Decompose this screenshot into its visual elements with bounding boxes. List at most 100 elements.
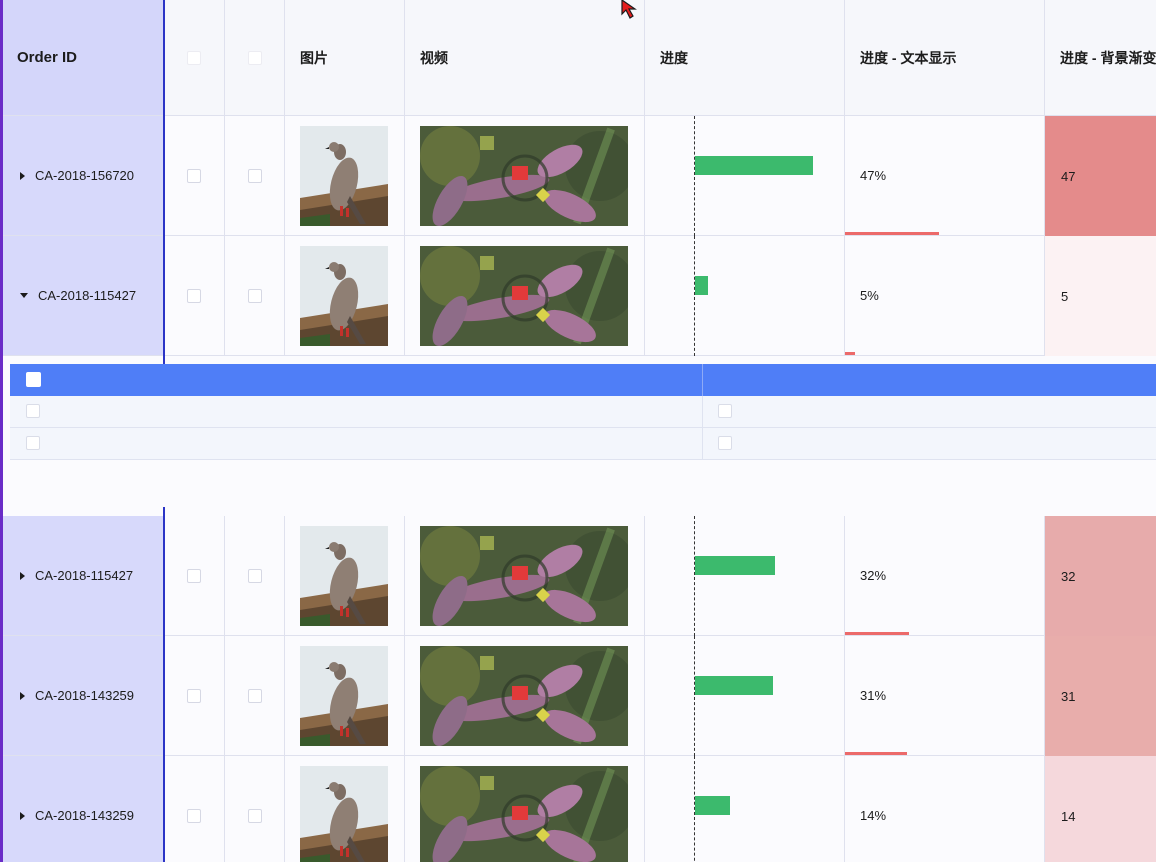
row-check-checkbox[interactable] <box>247 808 262 823</box>
row-progress-text-cell: 47% <box>845 116 1045 236</box>
progress-baseline <box>694 636 695 756</box>
row-select-checkbox[interactable] <box>187 288 201 303</box>
table-row-order-id[interactable]: CA-2018-143259 <box>0 636 164 756</box>
row-progress-gradient-cell: 47 <box>1045 116 1156 236</box>
table-row-order-id[interactable]: CA-2018-156720 <box>0 116 164 236</box>
row-progress-gradient-cell: 31 <box>1045 636 1156 756</box>
progress-text: 31% <box>860 688 887 703</box>
row-progress-cell <box>645 636 845 756</box>
row-progress-cell <box>645 516 845 636</box>
subtable-row-checkbox[interactable] <box>718 404 732 418</box>
pigeon-image[interactable] <box>300 526 388 626</box>
table-row-order-id[interactable]: CA-2018-115427 <box>0 236 164 356</box>
row-progress-cell <box>645 756 845 862</box>
video-thumbnail[interactable] <box>420 526 628 626</box>
row-checkbox-cell-2[interactable] <box>225 636 285 756</box>
row-checkbox-cell-1[interactable] <box>164 516 225 636</box>
subtable-row-checkbox[interactable] <box>718 436 732 450</box>
subtable-row <box>10 396 1156 428</box>
row-check-checkbox[interactable] <box>247 568 262 583</box>
video-thumbnail[interactable] <box>420 766 628 862</box>
order-id-text: CA-2018-115427 <box>35 568 134 583</box>
header-checkbox-2[interactable] <box>225 0 285 116</box>
progress-bar <box>695 676 773 695</box>
pigeon-image[interactable] <box>300 766 388 862</box>
row-checkbox-cell-1[interactable] <box>164 236 225 356</box>
progress-text: 32% <box>860 568 887 583</box>
row-check-checkbox[interactable] <box>247 288 262 303</box>
progress-text: 14% <box>860 808 887 823</box>
header-order-id-label: Order ID <box>17 49 78 66</box>
header-progress-gradient[interactable]: 进度 - 背景渐变 <box>1045 0 1156 116</box>
caret-down-icon[interactable] <box>20 293 28 298</box>
frozen-column-divider[interactable] <box>163 507 165 862</box>
row-checkbox-cell-1[interactable] <box>164 756 225 862</box>
header-order-id[interactable]: Order ID <box>0 0 164 116</box>
progress-baseline <box>694 116 695 236</box>
header-video[interactable]: 视频 <box>405 0 645 116</box>
table-row-order-id[interactable]: CA-2018-143259 <box>0 756 164 862</box>
subtable-header <box>10 364 1156 396</box>
row-checkbox-cell-2[interactable] <box>225 116 285 236</box>
row-checkbox-cell-2[interactable] <box>225 516 285 636</box>
progress-bar <box>695 276 708 295</box>
subtable-row-checkbox[interactable] <box>26 404 40 418</box>
row-check-checkbox[interactable] <box>247 168 262 183</box>
progress-text-underline <box>845 232 939 235</box>
row-progress-text-cell: 32% <box>845 516 1045 636</box>
row-checkbox-cell-2[interactable] <box>225 756 285 862</box>
header-select-checkbox[interactable] <box>247 50 262 65</box>
row-progress-text-cell: 5% <box>845 236 1045 356</box>
order-id-text: CA-2018-143259 <box>35 808 135 823</box>
row-select-checkbox[interactable] <box>187 168 201 183</box>
header-progress[interactable]: 进度 <box>645 0 845 116</box>
progress-text-underline <box>845 352 855 355</box>
row-progress-gradient-cell: 14 <box>1045 756 1156 862</box>
subtable-header-divider <box>702 364 703 396</box>
header-progress-text-label: 进度 - 文本显示 <box>860 49 957 66</box>
header-video-label: 视频 <box>420 49 448 66</box>
progress-baseline <box>694 236 695 356</box>
left-border-stripe <box>0 0 3 862</box>
header-checkbox-1[interactable] <box>164 0 225 116</box>
progress-bar <box>695 796 730 815</box>
pigeon-image[interactable] <box>300 126 388 226</box>
header-image[interactable]: 图片 <box>285 0 405 116</box>
row-checkbox-cell-2[interactable] <box>225 236 285 356</box>
caret-right-icon[interactable] <box>20 691 25 700</box>
subtable-column-divider <box>702 396 703 428</box>
video-thumbnail[interactable] <box>420 246 628 346</box>
row-check-checkbox[interactable] <box>247 688 262 703</box>
video-thumbnail[interactable] <box>420 126 628 226</box>
order-id-text: CA-2018-156720 <box>35 168 135 183</box>
video-thumbnail[interactable] <box>420 646 628 746</box>
expanded-subtable <box>8 364 1156 507</box>
caret-right-icon[interactable] <box>20 171 25 180</box>
row-select-checkbox[interactable] <box>187 688 201 703</box>
row-checkbox-cell-1[interactable] <box>164 636 225 756</box>
row-progress-gradient-cell: 32 <box>1045 516 1156 636</box>
progress-text-underline <box>845 632 909 635</box>
pigeon-image[interactable] <box>300 246 388 346</box>
header-select-all-checkbox[interactable] <box>187 50 201 65</box>
progress-gradient-value: 31 <box>1061 688 1076 704</box>
table-header: Order ID 图片 视频 进度 进度 - 文本显示 进度 - 背景渐变 <box>0 0 1156 116</box>
subtable-select-all-checkbox[interactable] <box>26 372 41 387</box>
order-id-text: CA-2018-115427 <box>38 288 137 303</box>
row-progress-gradient-cell: 5 <box>1045 236 1156 356</box>
row-select-checkbox[interactable] <box>187 808 201 823</box>
progress-gradient-value: 14 <box>1061 808 1076 824</box>
caret-right-icon[interactable] <box>20 571 25 580</box>
header-progress-text[interactable]: 进度 - 文本显示 <box>845 0 1045 116</box>
pigeon-image[interactable] <box>300 646 388 746</box>
row-select-checkbox[interactable] <box>187 568 201 583</box>
frozen-column-divider[interactable] <box>163 0 165 364</box>
row-checkbox-cell-1[interactable] <box>164 116 225 236</box>
table-row-order-id[interactable]: CA-2018-115427 <box>0 516 164 636</box>
order-id-text: CA-2018-143259 <box>35 688 135 703</box>
progress-text: 5% <box>860 288 879 303</box>
subtable-row <box>10 428 1156 460</box>
caret-right-icon[interactable] <box>20 811 25 820</box>
subtable-row-checkbox[interactable] <box>26 436 40 450</box>
progress-baseline <box>694 516 695 636</box>
